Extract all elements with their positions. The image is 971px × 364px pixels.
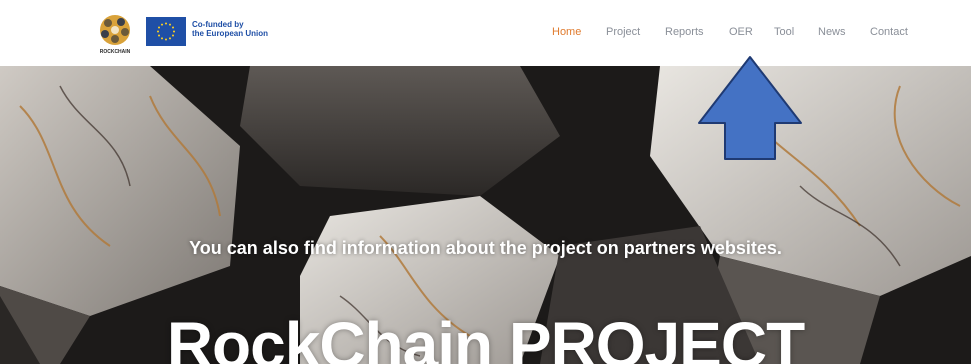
nav-reports[interactable]: Reports	[665, 26, 704, 38]
hero-subtitle: You can also find information about the …	[189, 238, 782, 258]
nav-oer[interactable]: OER	[729, 26, 753, 38]
logo-caption: ROCKCHAIN	[99, 49, 131, 55]
hero-title: RockChain PROJECT	[166, 309, 805, 364]
site-header: ROCKCHAIN Co-funded by the European Unio	[0, 0, 971, 66]
up-arrow-annotation-icon	[698, 56, 802, 160]
nav-home[interactable]: Home	[552, 26, 581, 38]
nav-contact[interactable]: Contact	[870, 26, 908, 38]
nav-project[interactable]: Project	[606, 26, 640, 38]
main-nav: Home Project Reports OER Tool News Conta…	[0, 26, 971, 42]
nav-tool[interactable]: Tool	[774, 26, 794, 38]
nav-news[interactable]: News	[818, 26, 846, 38]
hero-banner: You can also find information about the …	[0, 66, 971, 364]
